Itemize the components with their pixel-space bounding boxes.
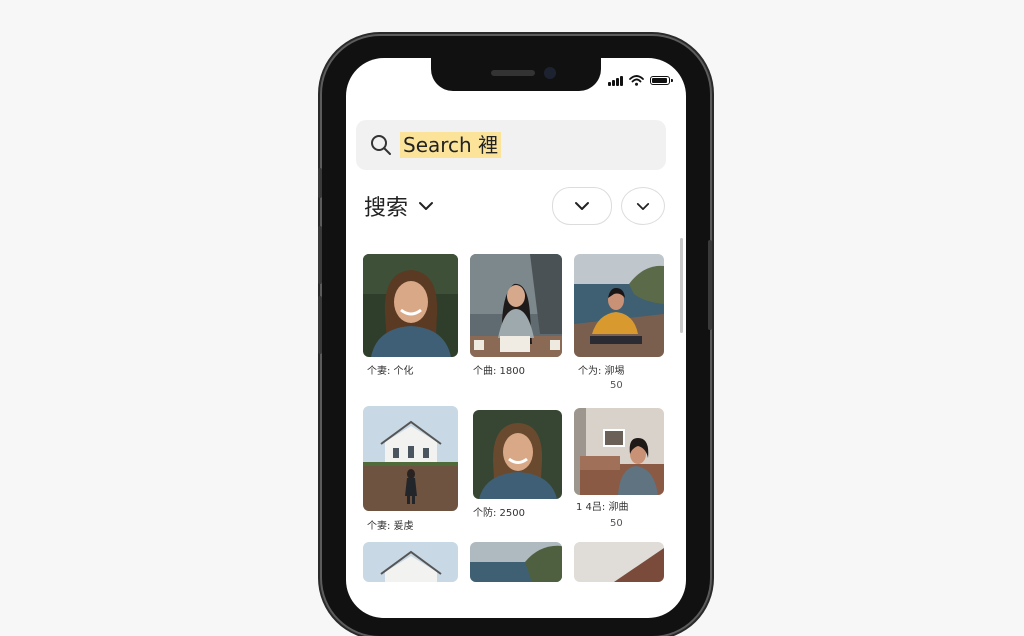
speaker xyxy=(491,70,535,76)
photo-caption: 个妻: 个化 xyxy=(367,366,414,377)
chevron-down-icon xyxy=(419,202,434,210)
search-icon xyxy=(371,135,391,155)
photo-thumbnail[interactable] xyxy=(363,406,458,511)
phone-screen: Search 裡 搜索 个妻: 个化 个曲: 1800 个为: 泖埸 50 个妻… xyxy=(346,58,686,618)
photo-thumbnail[interactable] xyxy=(574,542,664,582)
front-camera xyxy=(544,67,556,79)
photo-thumbnail[interactable] xyxy=(363,542,458,582)
mute-switch xyxy=(318,168,322,198)
chevron-down-icon xyxy=(575,202,589,210)
photo-caption: 个曲: 1800 xyxy=(473,366,525,377)
photo-thumbnail[interactable] xyxy=(574,254,664,357)
wifi-icon xyxy=(629,75,644,86)
power-button xyxy=(708,240,712,330)
photo-caption: 个为: 泖埸 xyxy=(578,366,625,377)
cellular-signal-icon xyxy=(608,75,623,86)
photo-caption: 个防: 2500 xyxy=(473,508,525,519)
photo-thumbnail[interactable] xyxy=(363,254,458,357)
sort-dropdown-button[interactable] xyxy=(552,187,612,225)
photo-caption: 个妻: 爰虔 xyxy=(367,521,414,532)
scrollbar[interactable] xyxy=(680,238,683,333)
view-dropdown-button[interactable] xyxy=(621,187,665,225)
battery-icon xyxy=(650,76,673,85)
photo-subcaption: 50 xyxy=(610,518,623,529)
search-query-text[interactable]: Search 裡 xyxy=(400,132,502,158)
status-bar xyxy=(608,75,673,86)
photo-caption: 1 4吕: 泖曲 xyxy=(576,502,629,513)
chevron-down-icon xyxy=(636,202,650,210)
photo-thumbnail[interactable] xyxy=(470,254,562,357)
photo-thumbnail[interactable] xyxy=(470,542,562,582)
volume-up-button xyxy=(318,226,322,284)
photo-subcaption: 50 xyxy=(610,380,623,391)
photo-thumbnail[interactable] xyxy=(574,408,664,495)
filter-dropdown[interactable]: 搜索 xyxy=(364,190,434,222)
search-field[interactable]: Search 裡 xyxy=(356,120,666,170)
photo-thumbnail[interactable] xyxy=(473,410,562,499)
volume-down-button xyxy=(318,296,322,354)
notch xyxy=(431,58,601,91)
filter-label: 搜索 xyxy=(364,196,409,221)
